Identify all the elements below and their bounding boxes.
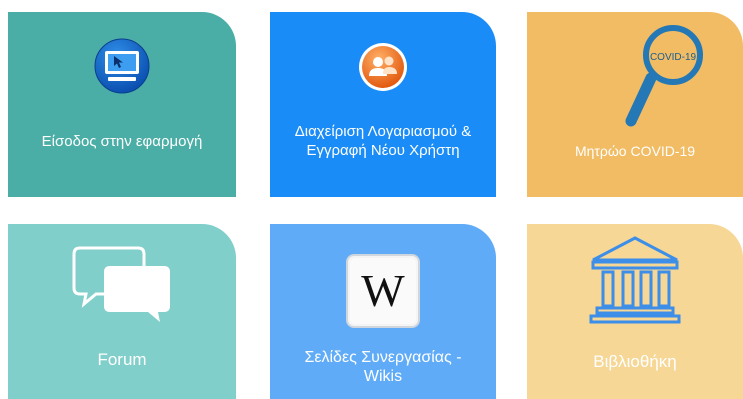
monitor-cursor-icon [94,38,150,94]
tile-label: Είσοδος στην εφαρμογή [41,133,203,150]
tile-label: Μητρώο COVID-19 [574,143,696,159]
tile-wikis[interactable]: W Σελίδες Συνεργασίας - Wikis [270,224,496,399]
tile-label-line1: Διαχείριση Λογαριασμού & [294,123,472,140]
tile-label: Σελίδες Συνεργασίας - Wikis [270,348,496,386]
tile-label-line1: Σελίδες Συνεργασίας - [304,349,462,366]
tile-account-management[interactable]: Διαχείριση Λογαριασμού & Εγγραφή Νέου Χρ… [270,12,496,197]
chat-bubbles-icon [72,244,172,326]
tile-app-login[interactable]: Είσοδος στην εφαρμογή [8,12,236,197]
tile-library[interactable]: Βιβλιοθήκη [527,224,743,399]
wikipedia-icon: W [346,254,420,328]
tile-label: Forum [97,350,147,369]
users-icon [358,42,408,92]
app-tiles-grid: Είσοδος στην εφαρμογή Διαχείριση Λογαρια… [0,0,743,399]
tile-covid-registry[interactable]: COVID-19 Μητρώο COVID-19 [527,12,743,197]
library-building-icon [585,234,685,326]
tile-forum[interactable]: Forum [8,224,236,399]
covid-icon-text: COVID-19 [650,52,697,63]
tile-label: Διαχείριση Λογαριασμού & Εγγραφή Νέου Χρ… [270,122,496,160]
tile-label-line2: Wikis [363,368,403,385]
tile-label-line2: Εγγραφή Νέου Χρήστη [306,142,460,159]
wiki-icon-letter: W [361,265,405,316]
tile-label: Βιβλιοθήκη [593,352,677,371]
magnifier-covid-icon: COVID-19 [625,18,725,128]
